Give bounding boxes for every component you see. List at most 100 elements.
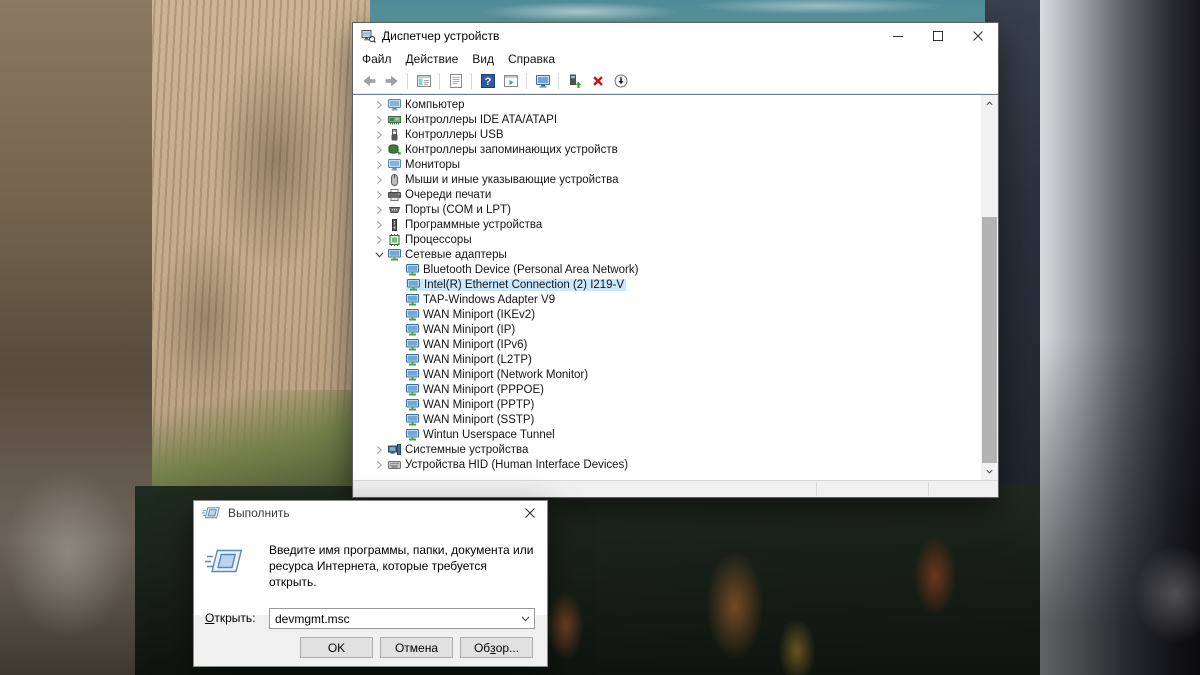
tree-item-label: Порты (COM и LPT) [405, 204, 511, 216]
tree-item[interactable]: Мыши и иные указывающие устройства [353, 172, 981, 187]
tree-item[interactable]: Сетевые адаптеры [353, 247, 981, 262]
chevron-right-icon[interactable] [374, 220, 384, 230]
monitor-icon [388, 159, 401, 171]
open-combobox[interactable]: devmgmt.msc [269, 608, 535, 629]
chevron-right-icon[interactable] [374, 145, 384, 155]
chevron-right-icon[interactable] [374, 130, 384, 140]
update-driver-button[interactable] [564, 71, 585, 92]
tree-item-label: WAN Miniport (Network Monitor) [423, 369, 588, 381]
tree-item[interactable]: Очереди печати [353, 187, 981, 202]
scan-hardware-button[interactable] [532, 71, 553, 92]
chevron-right-icon[interactable] [374, 460, 384, 470]
menu-item-2[interactable]: Вид [465, 50, 501, 68]
chevron-right-icon[interactable] [374, 445, 384, 455]
uninstall-device-button[interactable] [587, 71, 608, 92]
chevron-down-icon[interactable] [516, 609, 534, 628]
tree-item[interactable]: Bluetooth Device (Personal Area Network) [353, 262, 981, 277]
menu-item-1[interactable]: Действие [399, 50, 466, 68]
run-dialog: Выполнить Введите имя программы, папки, … [193, 500, 548, 667]
disable-device-button[interactable] [610, 71, 631, 92]
storage-controller-icon [388, 144, 401, 156]
maximize-icon [933, 31, 943, 41]
tree-item[interactable]: WAN Miniport (IPv6) [353, 337, 981, 352]
tree-item[interactable]: Программные устройства [353, 217, 981, 232]
console-tree-icon [416, 73, 432, 89]
selected-tree-item[interactable]: Intel(R) Ethernet Connection (2) I219-V [406, 279, 626, 291]
network-adapter-icon [406, 339, 419, 351]
scroll-down-icon [985, 467, 994, 476]
tree-item[interactable]: WAN Miniport (IKEv2) [353, 307, 981, 322]
tree-item-label: WAN Miniport (SSTP) [423, 414, 534, 426]
minimize-icon [893, 31, 903, 41]
scroll-up-button[interactable] [981, 95, 998, 112]
tree-item[interactable]: Системные устройства [353, 442, 981, 457]
tree-item-label: Системные устройства [405, 444, 528, 456]
tree-item[interactable]: WAN Miniport (IP) [353, 322, 981, 337]
forward-arrow-button[interactable] [381, 71, 402, 92]
tree-item[interactable]: TAP-Windows Adapter V9 [353, 292, 981, 307]
hid-icon [388, 459, 401, 471]
tree-item[interactable]: Устройства HID (Human Interface Devices) [353, 457, 981, 472]
scan-hardware-icon [535, 73, 551, 89]
tree-item[interactable]: WAN Miniport (PPPOE) [353, 382, 981, 397]
chevron-down-icon[interactable] [374, 250, 384, 260]
chevron-right-icon[interactable] [374, 205, 384, 215]
network-adapter-icon [406, 354, 419, 366]
run-dialog-title-bar[interactable]: Выполнить [194, 501, 547, 525]
tree-item[interactable]: Контроллеры IDE ATA/ATAPI [353, 112, 981, 127]
open-input[interactable]: devmgmt.msc [270, 612, 516, 626]
software-device-icon [388, 219, 401, 231]
back-arrow-button[interactable] [358, 71, 379, 92]
scrollbar[interactable] [981, 95, 998, 480]
tree-item[interactable]: Контроллеры запоминающих устройств [353, 142, 981, 157]
toolbar-separator [471, 73, 472, 89]
close-button[interactable] [513, 501, 547, 525]
maximize-button[interactable] [918, 23, 958, 49]
network-adapter-icon [406, 429, 419, 441]
cancel-button[interactable]: Отмена [380, 637, 453, 658]
toolbar: ? [353, 69, 998, 94]
back-arrow-icon [361, 73, 377, 89]
close-icon [973, 31, 983, 41]
processor-icon [388, 234, 401, 246]
chevron-right-icon[interactable] [374, 115, 384, 125]
run-message: Введите имя программы, папки, документа … [269, 542, 535, 590]
ide-controller-icon [388, 114, 401, 126]
browse-button[interactable]: Обзор... [460, 637, 533, 658]
properties-button[interactable] [445, 71, 466, 92]
help-button[interactable]: ? [477, 71, 498, 92]
chevron-right-icon[interactable] [374, 235, 384, 245]
tree-item[interactable]: Порты (COM и LPT) [353, 202, 981, 217]
tree-item[interactable]: Intel(R) Ethernet Connection (2) I219-V [353, 277, 981, 292]
help-icon: ? [480, 73, 496, 89]
tree-item[interactable]: Контроллеры USB [353, 127, 981, 142]
tree-item[interactable]: WAN Miniport (Network Monitor) [353, 367, 981, 382]
tree-item[interactable]: WAN Miniport (PPTP) [353, 397, 981, 412]
tree-item[interactable]: Wintun Userspace Tunnel [353, 427, 981, 442]
console-tree-button[interactable] [413, 71, 434, 92]
minimize-button[interactable] [878, 23, 918, 49]
menu-item-3[interactable]: Справка [501, 50, 562, 68]
chevron-right-icon[interactable] [374, 160, 384, 170]
chevron-right-icon[interactable] [374, 100, 384, 110]
usb-controller-icon [388, 129, 401, 141]
tree-item[interactable]: Компьютер [353, 97, 981, 112]
ok-button[interactable]: OK [300, 637, 373, 658]
device-manager-title-bar[interactable]: Диспетчер устройств [353, 23, 998, 49]
action-pane-icon [503, 73, 519, 89]
tree-item[interactable]: Мониторы [353, 157, 981, 172]
tree-item-label: WAN Miniport (IPv6) [423, 339, 527, 351]
scroll-down-button[interactable] [981, 463, 998, 480]
tree-item-label: WAN Miniport (PPPOE) [423, 384, 544, 396]
uninstall-device-icon [590, 73, 606, 89]
tree-item[interactable]: WAN Miniport (SSTP) [353, 412, 981, 427]
chevron-right-icon[interactable] [374, 190, 384, 200]
tree-item[interactable]: WAN Miniport (L2TP) [353, 352, 981, 367]
tree-item[interactable]: Процессоры [353, 232, 981, 247]
chevron-right-icon[interactable] [374, 175, 384, 185]
close-button[interactable] [958, 23, 998, 49]
action-pane-button[interactable] [500, 71, 521, 92]
network-adapter-icon [406, 399, 419, 411]
menu-item-0[interactable]: Файл [355, 50, 399, 68]
scrollbar-thumb[interactable] [982, 217, 997, 464]
